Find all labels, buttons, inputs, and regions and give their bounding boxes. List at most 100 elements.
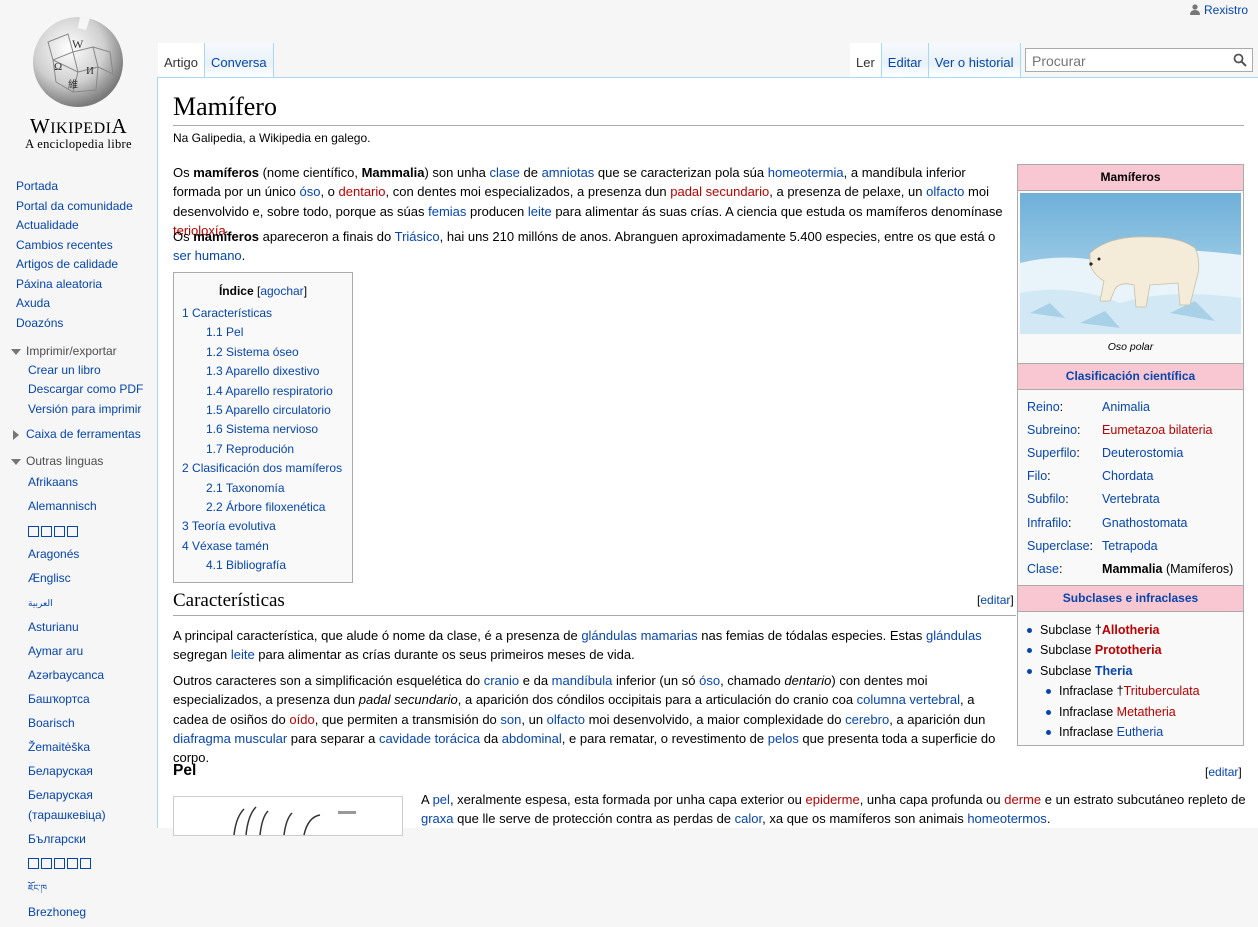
language-link[interactable]: العربية xyxy=(0,593,157,613)
toc-item[interactable]: 1.6 Sistema nervioso xyxy=(174,420,352,439)
taxon-link[interactable]: Deuterostomia xyxy=(1102,446,1183,460)
rank-link[interactable]: Infrafilo xyxy=(1027,516,1068,530)
language-link[interactable]: Alemannisch xyxy=(0,497,157,516)
subclass-link[interactable]: Trituberculata xyxy=(1124,684,1200,698)
language-label[interactable]: Башҡортса xyxy=(28,692,90,706)
link-amniotas[interactable]: amniotas xyxy=(542,165,595,180)
toc-link[interactable]: 1.6 Sistema nervioso xyxy=(206,422,318,436)
sidebar-item-label[interactable]: Cambios recentes xyxy=(16,238,113,252)
toc-item[interactable]: 1.2 Sistema óseo xyxy=(174,343,352,362)
language-link[interactable]: Български xyxy=(0,830,157,849)
taxon-link[interactable]: Gnathostomata xyxy=(1102,516,1187,530)
sidebar-item-axuda[interactable]: Axuda xyxy=(0,295,157,315)
language-label[interactable]: Беларуская xyxy=(28,764,93,778)
sidebar-item-label[interactable]: Axuda xyxy=(16,296,50,310)
toc-item[interactable]: 4 Véxase tamén xyxy=(174,537,352,556)
link-pelos[interactable]: pelos xyxy=(768,731,799,746)
subclass-link[interactable]: Allotheria xyxy=(1102,623,1160,637)
toc-link[interactable]: 1.5 Aparello circulatorio xyxy=(206,403,331,417)
language-link[interactable]: Aymar aru xyxy=(0,642,157,661)
toc-link[interactable]: 1.1 Pel xyxy=(206,325,243,339)
language-link[interactable]: Башҡортса xyxy=(0,690,157,709)
tab-history-label[interactable]: Ver o historial xyxy=(935,55,1014,70)
rank-link[interactable]: Superfilo xyxy=(1027,446,1076,460)
link-columna-vertebral[interactable]: columna vertebral xyxy=(857,692,960,707)
toc-link[interactable]: 1.7 Reprodución xyxy=(206,442,294,456)
toc-link[interactable]: 2 Clasificación dos mamíferos xyxy=(182,461,342,475)
toc-link[interactable]: 4 Véxase tamén xyxy=(182,539,269,553)
language-link[interactable]: Azərbaycanca xyxy=(0,666,157,685)
sidebar-item-cambios-recentes[interactable]: Cambios recentes xyxy=(0,237,157,257)
sidebar-item-label[interactable]: Crear un libro xyxy=(28,363,101,377)
toc-link[interactable]: 1 Características xyxy=(182,306,272,320)
link-leite[interactable]: leite xyxy=(528,204,552,219)
language-label[interactable]: Български xyxy=(28,832,86,846)
link-oso[interactable]: óso xyxy=(299,184,320,199)
language-link[interactable]: Беларуская (тарашкевіца) xyxy=(0,786,157,825)
link-epiderme[interactable]: epiderme xyxy=(805,792,859,807)
link-cavidade-toracica[interactable]: cavidade torácica xyxy=(379,731,480,746)
search-icon[interactable] xyxy=(1233,53,1247,67)
language-link[interactable]: Aragonés xyxy=(0,545,157,564)
link-diafragma-muscular[interactable]: diafragma muscular xyxy=(173,731,287,746)
link-calor[interactable]: calor xyxy=(735,811,762,826)
toc-link[interactable]: 1.4 Aparello respiratorio xyxy=(206,384,333,398)
link-son[interactable]: son xyxy=(500,712,521,727)
language-link[interactable]: Afrikaans xyxy=(0,473,157,492)
language-label[interactable]: العربية xyxy=(28,598,53,608)
register-link[interactable]: Rexistro xyxy=(1204,3,1248,17)
language-label[interactable]: Afrikaans xyxy=(28,475,78,489)
subclass-link[interactable]: Metatheria xyxy=(1117,705,1176,719)
link-dentario[interactable]: dentario xyxy=(339,184,386,199)
language-link[interactable] xyxy=(0,854,157,873)
polar-bear-image[interactable] xyxy=(1020,193,1241,334)
sidebar-item-doazons[interactable]: Doazóns xyxy=(0,315,157,335)
toc-item[interactable]: 2 Clasificación dos mamíferos xyxy=(174,459,352,478)
link-leite-2[interactable]: leite xyxy=(231,647,255,662)
taxon-link[interactable]: Chordata xyxy=(1102,469,1153,483)
link-padal-secundario[interactable]: padal secundario xyxy=(670,184,769,199)
language-label[interactable]: Беларуская (тарашкевіца) xyxy=(28,788,106,821)
toc-item[interactable]: 1.1 Pel xyxy=(174,323,352,342)
link-triasico[interactable]: Triásico xyxy=(395,229,440,244)
link-graxa[interactable]: graxa xyxy=(421,811,454,826)
sidebar-item-label[interactable]: Artigos de calidade xyxy=(16,257,118,271)
edit-section-button[interactable]: editar xyxy=(1208,765,1238,779)
language-label[interactable]: Žemaitėška xyxy=(28,740,90,754)
sidebar-item-label[interactable]: Versión para imprimir xyxy=(28,402,141,416)
wikipedia-logo[interactable]: W Ω И 維 WIKIPEDIA A enciclopedia libre xyxy=(0,0,157,160)
rank-link[interactable]: Filo xyxy=(1027,469,1047,483)
sidebar-item-artigos-de-calidade[interactable]: Artigos de calidade xyxy=(0,256,157,276)
toc-item[interactable]: 1.3 Aparello dixestivo xyxy=(174,362,352,381)
toc-link[interactable]: 4.1 Bibliografía xyxy=(206,558,286,572)
language-link[interactable]: Brezhoneg xyxy=(0,903,157,922)
sidebar-item-descargar-como-pdf[interactable]: Descargar como PDF xyxy=(0,380,157,399)
language-link[interactable]: Ænglisc xyxy=(0,569,157,588)
language-label[interactable]: Ænglisc xyxy=(28,571,71,585)
language-label[interactable]: Aymar aru xyxy=(28,644,83,658)
subclasses-link[interactable]: Subclases e infraclases xyxy=(1063,591,1198,605)
toc-item[interactable]: 1.5 Aparello circulatorio xyxy=(174,401,352,420)
tab-article[interactable]: Artigo xyxy=(158,43,205,77)
link-pel[interactable]: pel xyxy=(433,792,450,807)
taxon-link[interactable]: Eumetazoa bilateria xyxy=(1102,423,1212,437)
language-link[interactable]: Беларуская xyxy=(0,762,157,781)
language-link[interactable] xyxy=(0,521,157,540)
sidebar-item-paxina-aleatoria[interactable]: Páxina aleatoria xyxy=(0,276,157,296)
subclass-link[interactable]: Theria xyxy=(1095,664,1133,678)
subclass-link[interactable]: Prototheria xyxy=(1095,643,1162,657)
language-label[interactable]: Aragonés xyxy=(28,547,79,561)
language-label[interactable]: Brezhoneg xyxy=(28,905,86,919)
tab-talk-label[interactable]: Conversa xyxy=(211,55,267,70)
tab-read[interactable]: Ler xyxy=(850,43,882,77)
language-label[interactable] xyxy=(28,856,93,870)
rank-link[interactable]: Superclase xyxy=(1027,539,1090,553)
subclass-link[interactable]: Eutheria xyxy=(1117,725,1164,739)
search-input[interactable] xyxy=(1030,50,1224,72)
toc-item[interactable]: 2.1 Taxonomía xyxy=(174,479,352,498)
sidebar-item-label[interactable]: Doazóns xyxy=(16,316,63,330)
rank-link[interactable]: Clase xyxy=(1027,562,1059,576)
toc-link[interactable]: 2.2 Árbore filoxenética xyxy=(206,500,325,514)
edit-section-button[interactable]: editar xyxy=(980,593,1010,607)
language-label[interactable]: Azərbaycanca xyxy=(28,668,104,682)
